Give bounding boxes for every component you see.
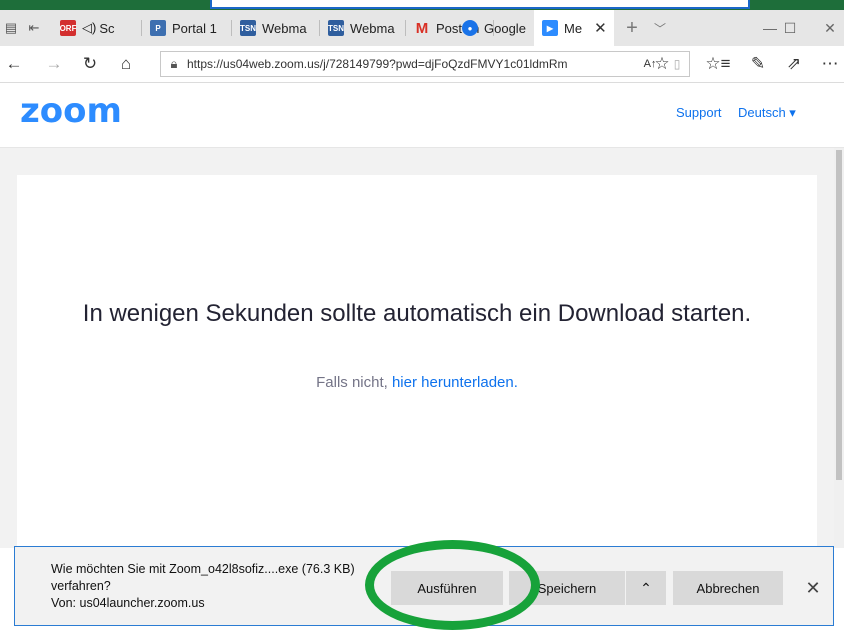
url-text: https://us04web.zoom.us/j/728149799?pwd=… [187,57,568,71]
pen-icon[interactable]: ✎ [744,46,772,82]
tab-bar: ▤ ⇤ ORF ◁) Sc P Portal 1 TSN Webma TSN W… [0,10,844,46]
cancel-button[interactable]: Abbrechen [673,571,783,605]
address-bar[interactable]: 🔒︎ https://us04web.zoom.us/j/728149799?p… [160,51,690,77]
tab-webmail-1[interactable]: TSN Webma [240,10,320,46]
tab-portal[interactable]: P Portal 1 [150,10,232,46]
top-blue-box [210,0,750,9]
download-prompt: Wie möchten Sie mit Zoom_o42l8sofiz....e… [51,561,355,612]
set-aside-tabs-icon[interactable]: ⇤ [22,10,46,46]
portal-icon: P [150,20,166,36]
speaker-icon: ◁) [82,20,97,35]
run-button[interactable]: Ausführen [391,571,503,605]
refresh-icon[interactable]: ↻ [76,46,104,82]
tab-label: Me [564,20,583,36]
download-headline: In wenigen Sekunden sollte automatisch e… [82,300,752,327]
save-options-chevron-up-icon[interactable]: ⌃ [626,571,666,605]
gmail-icon: M [415,19,429,37]
tab-label: Webma [350,20,395,36]
tab-label: Sc [99,20,115,36]
back-icon[interactable]: ← [0,46,28,82]
download-source: Von: us04launcher.zoom.us [51,596,205,610]
share-icon[interactable]: ⇗ [780,46,808,82]
download-question-end: verfahren? [51,579,111,593]
google-account-icon: ● [462,20,478,36]
download-link[interactable]: hier herunterladen. [392,374,518,391]
new-tab-icon[interactable]: + [618,10,646,46]
tsn-icon: TSN [328,20,344,36]
tab-meeting-active[interactable]: ▶ Me ✕ [534,10,614,46]
close-window-icon[interactable]: ✕ [810,10,844,46]
maximize-icon[interactable]: ☐ [770,10,810,46]
tsn-icon: TSN [240,20,256,36]
download-question: Wie möchten Sie mit Zoom_o42l8sofiz....e… [51,562,355,576]
navigation-bar: ← → ↻ ⌂ 🔒︎ https://us04web.zoom.us/j/728… [0,46,844,83]
star-icon[interactable]: ☆ [648,46,676,82]
forward-icon[interactable]: → [40,46,68,82]
tab-sc[interactable]: ORF ◁) Sc [60,10,142,46]
tab-label: Webma [262,20,307,36]
zoom-logo[interactable]: zoom [20,91,122,131]
favorites-icon[interactable]: ☆≡ [704,46,732,82]
chevron-down-icon[interactable]: ﹀ [646,10,674,46]
scrollbar-thumb[interactable] [836,150,842,480]
save-button[interactable]: Speichern [509,571,625,605]
fallback-prefix: Falls nicht, [316,374,392,391]
tab-preview-icon[interactable]: ▤ [0,10,22,46]
download-card [17,175,817,555]
more-icon[interactable]: ⋯ [816,46,844,82]
close-download-bar-icon[interactable]: ✕ [801,571,825,605]
tab-webmail-2[interactable]: TSN Webma [328,10,406,46]
lock-icon: 🔒︎ [170,56,178,71]
content-area: In wenigen Sekunden sollte automatisch e… [0,148,834,555]
fallback-line: Falls nicht, hier herunterladen. [0,374,834,391]
home-icon[interactable]: ⌂ [112,46,140,82]
tab-google[interactable]: ● Google [462,10,532,46]
zoom-header: zoom Support Deutsch ▾ [0,83,844,148]
tab-label: Google [484,20,526,36]
support-link[interactable]: Support [676,105,722,120]
top-border-strip [0,0,844,10]
download-bar: Wie möchten Sie mit Zoom_o42l8sofiz....e… [14,546,834,626]
zoom-icon: ▶ [542,20,558,36]
orf-icon: ORF [60,20,76,36]
language-dropdown[interactable]: Deutsch ▾ [738,105,796,121]
tab-label: Portal 1 [172,20,217,36]
close-tab-icon[interactable]: ✕ [594,19,607,37]
